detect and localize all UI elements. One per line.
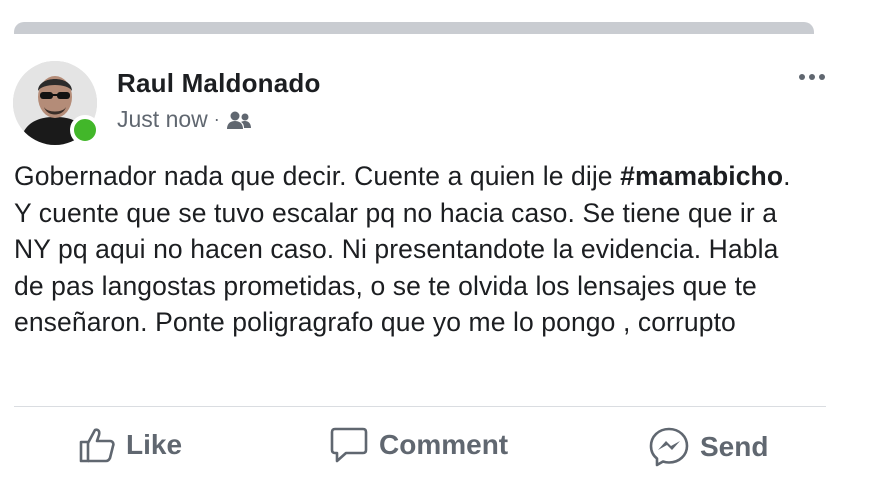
- post-text-start: Gobernador nada que decir. Cuente a quie…: [14, 161, 621, 191]
- thumbs-up-icon: [78, 426, 116, 464]
- actions-divider: [14, 406, 826, 407]
- post-meta: Just now ·: [117, 106, 252, 133]
- post-actions: Like Comment Send: [0, 418, 826, 482]
- send-button[interactable]: Send: [648, 426, 768, 468]
- comment-label: Comment: [379, 429, 509, 460]
- post-text: Gobernador nada que decir. Cuente a quie…: [14, 158, 814, 341]
- online-status-dot: [70, 115, 100, 145]
- post-timestamp[interactable]: Just now: [117, 106, 208, 133]
- messenger-icon: [648, 426, 690, 468]
- more-options-icon[interactable]: [799, 74, 825, 80]
- post-card: Raul Maldonado Just now · Gobernador nad…: [0, 34, 826, 479]
- send-label: Send: [700, 431, 769, 462]
- like-button[interactable]: Like: [78, 426, 182, 464]
- like-label: Like: [126, 429, 183, 460]
- author-name[interactable]: Raul Maldonado: [117, 68, 321, 99]
- hashtag-link[interactable]: #mamabicho: [620, 161, 783, 191]
- meta-separator: ·: [213, 109, 220, 129]
- comment-icon: [329, 426, 369, 464]
- comment-button[interactable]: Comment: [329, 426, 508, 464]
- friends-icon[interactable]: [226, 110, 252, 130]
